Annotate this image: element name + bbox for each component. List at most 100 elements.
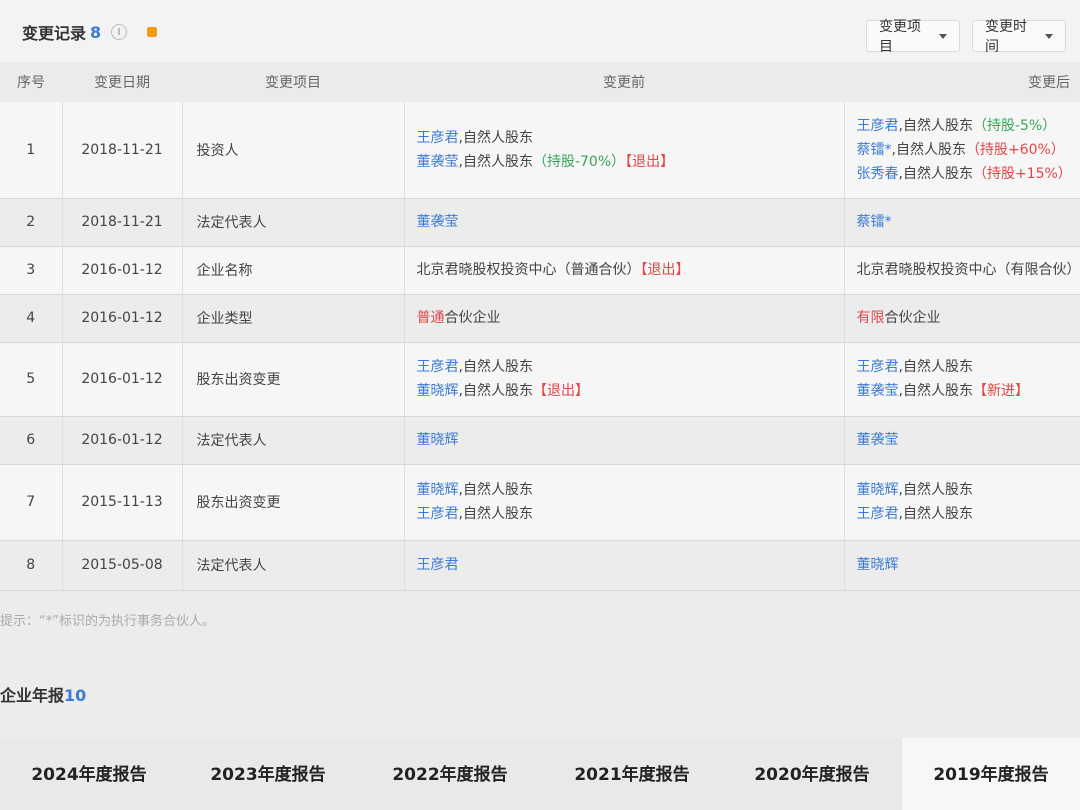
person-link[interactable]: 董袭莹 — [417, 214, 459, 230]
person-link[interactable]: 王彦君 — [417, 359, 459, 375]
table-row: 7 2015-11-13 股东出资变更 董晓辉,自然人股东 王彦君,自然人股东 … — [0, 464, 1080, 541]
person-link[interactable]: 蔡镭* — [857, 214, 892, 230]
row-no: 5 — [0, 342, 63, 417]
person-desc: ,自然人股东 — [458, 482, 533, 498]
change-time-filter-label: 变更时间 — [985, 19, 1027, 55]
company-name: 北京君晓股权投资中心（普通合伙） — [416, 262, 641, 278]
change-item-filter-label: 变更项目 — [879, 19, 921, 55]
info-icon[interactable] — [111, 24, 128, 40]
row-after: 王彦君,自然人股东 董袭莹,自然人股东【新进】 — [844, 342, 1080, 417]
row-after: 蔡镭* — [844, 198, 1080, 247]
caret-down-icon — [1045, 33, 1053, 39]
person-link[interactable]: 王彦君 — [417, 557, 459, 573]
report-card-2023[interactable]: 2023年度报告 — [178, 738, 358, 810]
person-link[interactable]: 王彦君 — [417, 130, 459, 146]
exit-tag: 【退出】 — [532, 383, 589, 399]
annual-reports-title-text: 企业年报 — [0, 686, 65, 705]
section-title-text: 变更记录 — [22, 24, 87, 43]
report-label: 2023年度报告 — [210, 765, 326, 785]
row-date: 2018-11-21 — [62, 198, 183, 247]
row-item: 法定代表人 — [182, 416, 405, 465]
table-row: 6 2016-01-12 法定代表人 董晓辉 董袭莹 — [0, 416, 1080, 465]
person-desc: ,自然人股东 — [891, 141, 966, 158]
change-time-filter-button[interactable]: 变更时间 — [972, 19, 1066, 55]
changed-word: 普通 — [416, 310, 445, 326]
row-date: 2016-01-12 — [62, 246, 183, 295]
person-desc: ,自然人股东 — [898, 359, 973, 375]
table-header-row: 序号 变更日期 变更项目 变更前 变更后 — [0, 62, 1080, 102]
person-desc: ,自然人股东 — [898, 506, 973, 522]
row-before: 王彦君,自然人股东 董晓辉,自然人股东【退出】 — [404, 342, 845, 417]
annual-reports-title: 企业年报10 — [0, 682, 86, 706]
person-desc: ,自然人股东 — [898, 165, 973, 182]
report-label: 2021年度报告 — [574, 765, 690, 785]
person-desc: ,自然人股东 — [898, 482, 973, 498]
person-link[interactable]: 董袭莹 — [857, 432, 899, 448]
row-after: 有限合伙企业 — [844, 294, 1080, 343]
row-no: 6 — [0, 416, 63, 465]
person-link[interactable]: 董晓辉 — [417, 482, 459, 498]
row-before: 董袭莹 — [404, 198, 845, 247]
row-item: 投资人 — [182, 102, 405, 199]
person-link[interactable]: 董晓辉 — [417, 383, 459, 399]
row-after: 北京君晓股权投资中心（有限合伙） — [844, 246, 1080, 295]
row-after: 董晓辉,自然人股东 王彦君,自然人股东 — [844, 464, 1080, 541]
row-no: 1 — [0, 102, 63, 199]
header-before: 变更前 — [404, 62, 844, 102]
table-row: 3 2016-01-12 企业名称 北京君晓股权投资中心（普通合伙）【退出】 北… — [0, 246, 1080, 295]
row-before: 北京君晓股权投资中心（普通合伙）【退出】 — [404, 246, 845, 295]
person-link[interactable]: 董袭莹 — [417, 154, 459, 170]
share-change-tag: （持股-70%） — [532, 153, 626, 170]
header-item: 变更项目 — [182, 62, 404, 102]
person-link[interactable]: 蔡镭* — [857, 142, 892, 158]
person-desc: ,自然人股东 — [458, 383, 533, 399]
change-item-filter-button[interactable]: 变更项目 — [866, 19, 960, 55]
row-item: 企业名称 — [182, 246, 405, 295]
company-type: 合伙企业 — [884, 310, 941, 326]
report-card-2019[interactable]: 2019年度报告 — [902, 738, 1080, 810]
person-link[interactable]: 董晓辉 — [417, 432, 459, 448]
table-row: 1 2018-11-21 投资人 王彦君,自然人股东 董袭莹,自然人股东（持股-… — [0, 102, 1080, 199]
report-card-2020[interactable]: 2020年度报告 — [722, 738, 902, 810]
person-link[interactable]: 王彦君 — [857, 118, 899, 134]
report-card-2021[interactable]: 2021年度报告 — [542, 738, 722, 810]
person-link[interactable]: 王彦君 — [857, 506, 899, 522]
person-link[interactable]: 张秀春 — [857, 166, 899, 182]
row-no: 8 — [0, 540, 63, 591]
person-desc: ,自然人股东 — [458, 153, 533, 170]
row-date: 2016-01-12 — [62, 294, 183, 343]
row-date: 2018-11-21 — [62, 102, 183, 199]
executive-partner-note: 提示：“*”标识的为执行事务合伙人。 — [0, 614, 215, 629]
company-name: 北京君晓股权投资中心（有限合伙） — [856, 262, 1080, 278]
person-link[interactable]: 董袭莹 — [857, 383, 899, 399]
row-before: 董晓辉 — [404, 416, 845, 465]
report-card-2024[interactable]: 2024年度报告 — [0, 738, 178, 810]
row-item: 股东出资变更 — [182, 342, 405, 417]
person-desc: ,自然人股东 — [898, 383, 973, 399]
person-link[interactable]: 王彦君 — [857, 359, 899, 375]
row-before: 王彦君,自然人股东 董袭莹,自然人股东（持股-70%）【退出】 — [404, 102, 845, 199]
row-before: 董晓辉,自然人股东 王彦君,自然人股东 — [404, 464, 845, 541]
share-change-tag: （持股+15%） — [972, 165, 1072, 182]
person-desc: ,自然人股东 — [458, 129, 533, 146]
person-link[interactable]: 董晓辉 — [857, 557, 899, 573]
changed-word: 有限 — [856, 310, 885, 326]
new-entry-tag: 【新进】 — [972, 383, 1029, 399]
exit-tag: 【退出】 — [640, 262, 690, 278]
person-link[interactable]: 王彦君 — [417, 506, 459, 522]
row-date: 2016-01-12 — [62, 342, 183, 417]
row-no: 2 — [0, 198, 63, 247]
table-row: 4 2016-01-12 企业类型 普通合伙企业 有限合伙企业 — [0, 294, 1080, 343]
header-after: 变更后 — [844, 62, 1080, 102]
row-item: 法定代表人 — [182, 540, 405, 591]
section-title: 变更记录 8 — [22, 20, 158, 44]
annual-reports-count: 10 — [64, 686, 87, 705]
row-item: 法定代表人 — [182, 198, 405, 247]
row-date: 2015-05-08 — [62, 540, 183, 591]
person-link[interactable]: 董晓辉 — [857, 482, 899, 498]
report-label: 2019年度报告 — [933, 765, 1049, 785]
report-card-2022[interactable]: 2022年度报告 — [358, 738, 542, 810]
vip-icon — [147, 27, 158, 37]
row-no: 7 — [0, 464, 63, 541]
header-no: 序号 — [0, 62, 62, 102]
